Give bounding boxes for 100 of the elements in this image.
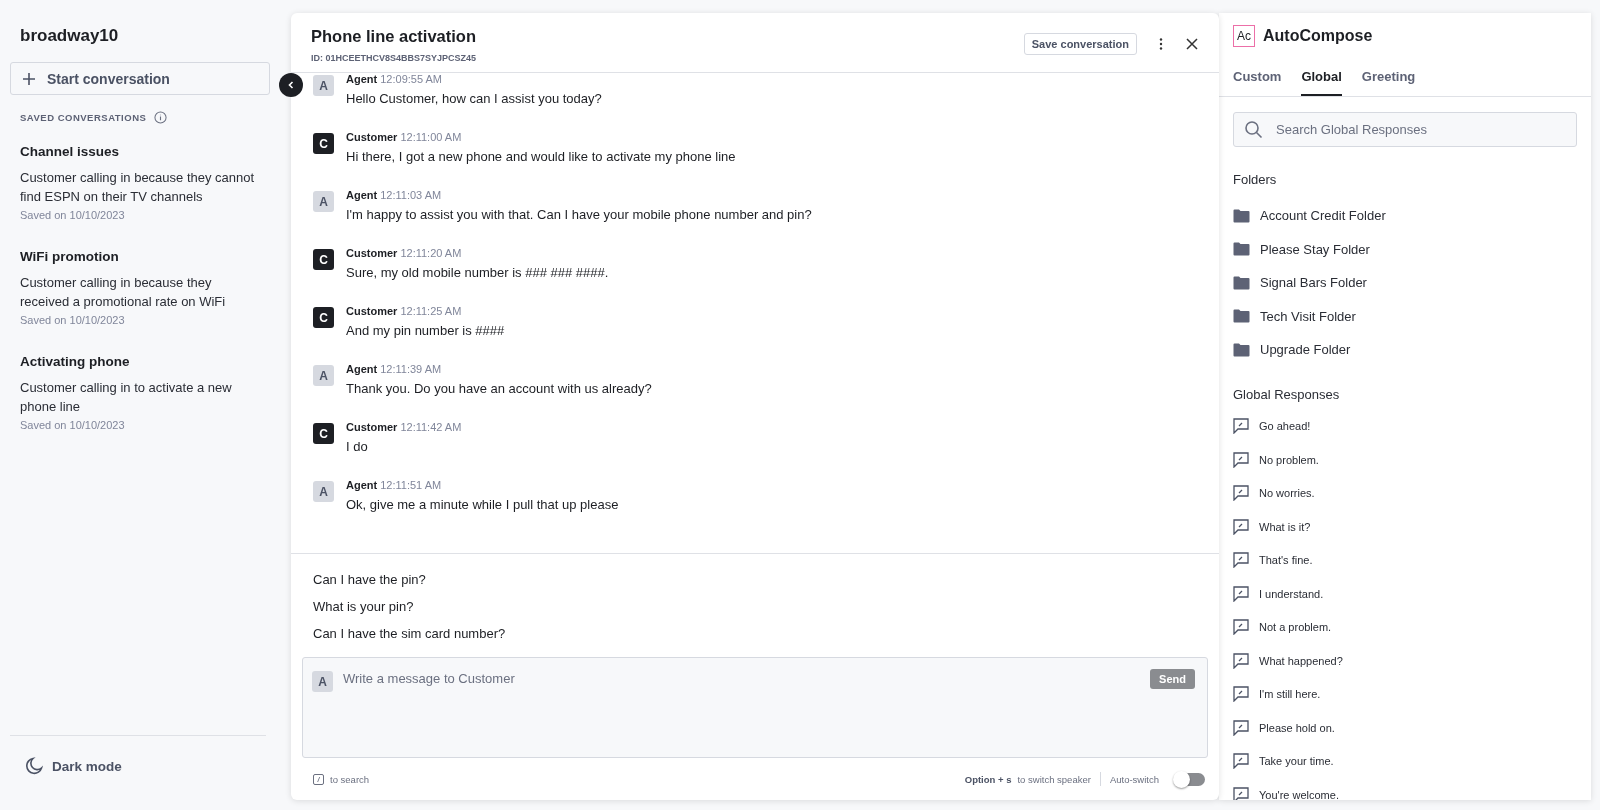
response-item[interactable]: Please hold on. [1233,711,1577,745]
avatar: A [313,191,334,212]
chat-edit-icon [1233,786,1249,800]
saved-conversation[interactable]: Channel issues Customer calling in because they cannot find ESPN on their TV channels Saved on 10/10/2023 [20,144,256,221]
message-text: Ok, give me a minute while I pull that up please [346,497,619,512]
section-title: SAVED CONVERSATIONS [20,112,147,123]
chat-edit-icon [1233,652,1249,669]
message-time: 12:11:39 AM [380,363,442,375]
response-item[interactable]: No problem. [1233,443,1577,477]
message-time: 12:11:20 AM [400,247,462,259]
search-field[interactable]: Search Global Responses [1233,112,1577,147]
conversation-id: ID: 01HCEETHCV8S4BBS7SYJPCSZ45 [311,53,477,63]
chat-edit-icon [1233,585,1249,602]
speaker-name: Agent [346,363,378,375]
autocompose-logo: Ac [1233,25,1255,47]
chat-edit-icon [1233,753,1249,770]
saved-summary: Customer calling in because they received a promotional rate on WiFi [20,274,227,311]
saved-title: Activating phone [20,354,131,369]
speaker-name: Agent [346,479,378,491]
save-conversation-button[interactable]: Save conversation [1023,33,1137,55]
search-input[interactable]: Search Global Responses [1274,121,1566,138]
message-text: I do [346,439,369,454]
auto-switch-label: Auto-switch [1109,773,1159,785]
response-item[interactable]: Not a problem. [1233,610,1577,644]
saved-summary: Customer calling in because they cannot find ESPN on their TV channels [20,169,256,206]
collapse-button[interactable] [279,73,303,97]
avatar: C [313,423,334,444]
saved-date: Saved on 10/10/2023 [20,419,126,431]
suggestion[interactable]: Can I have the sim card number? [313,620,1197,647]
tab[interactable]: Greeting [1361,59,1416,96]
response-item[interactable]: What is it? [1233,510,1577,544]
saved-conversation[interactable]: Activating phone Customer calling in to activate a new phone line Saved on 10/10/2023 [20,354,256,431]
dark-mode-button[interactable]: Dark mode [10,736,270,806]
tab[interactable]: Custom [1233,59,1282,96]
avatar: A [313,365,334,386]
saved-title: WiFi promotion [20,249,120,264]
response-item[interactable]: No worries. [1233,476,1577,510]
saved-date: Saved on 10/10/2023 [20,314,126,326]
speaker-name: Agent [346,189,378,201]
section-title: Folders [1233,172,1278,187]
message-input[interactable]: Write a message to Customer [343,669,1141,688]
speaker-name: Customer [346,305,398,317]
account-name: broadway10 [20,26,120,46]
chat-edit-icon [1233,619,1249,636]
plus-icon [21,70,37,87]
response-item[interactable]: What happened? [1233,644,1577,678]
folder-item[interactable]: Account Credit Folder [1233,199,1577,233]
folder-icon [1233,342,1250,357]
info-icon[interactable] [154,111,168,124]
shortcut-hint: to switch speaker [1017,773,1091,785]
auto-switch-toggle[interactable] [1175,772,1205,786]
start-conversation-button[interactable]: Start conversation [10,62,270,95]
message-text: Thank you. Do you have an account with us already? [346,381,652,396]
chevron-left-icon [286,80,296,90]
saved-conversation[interactable]: WiFi promotion Customer calling in because they received a promotional rate on WiFi Saved on 10/10/2023 [20,249,256,326]
response-item[interactable]: I understand. [1233,577,1577,611]
saved-summary: Customer calling in to activate a new phone line [20,379,233,416]
speaker-name: Customer [346,247,398,259]
search-hint: to search [330,773,370,785]
folder-item[interactable]: Upgrade Folder [1233,333,1577,367]
speaker-name: Customer [346,131,398,143]
tab[interactable]: Global [1301,59,1342,96]
chat-edit-icon [1233,552,1249,569]
message-composer[interactable]: A Write a message to Customer Send [302,657,1208,758]
folder-icon [1233,275,1250,290]
section-title: Global Responses [1233,386,1341,402]
response-item[interactable]: You're welcome. [1233,778,1577,800]
folder-icon [1233,309,1250,324]
response-item[interactable]: I'm still here. [1233,677,1577,711]
message-time: 12:11:25 AM [400,305,462,317]
message-text: Sure, my old mobile number is ### ### ####. [346,265,609,280]
chat-edit-icon [1233,451,1249,468]
avatar: C [313,249,334,270]
folder-icon [1233,208,1250,223]
message-text: Hi there, I got a new phone and would like to activate my phone line [346,149,736,164]
shortcut-key: Option + s [964,773,1012,785]
speaker-name: Customer [346,421,398,433]
moon-icon [24,756,44,776]
folder-item[interactable]: Signal Bars Folder [1233,266,1577,300]
suggestion[interactable]: Can I have the pin? [313,566,1197,593]
speaker-name: Agent [346,73,378,85]
saved-title: Channel issues [20,144,121,159]
response-item[interactable]: Take your time. [1233,744,1577,778]
chat-edit-icon [1233,485,1249,502]
message-time: 12:11:03 AM [380,189,442,201]
conversation-title: Phone line activation [311,27,477,46]
response-item[interactable]: Go ahead! [1233,409,1577,443]
avatar: C [313,133,334,154]
folder-item[interactable]: Please Stay Folder [1233,232,1577,266]
avatar: A [313,481,334,502]
chat-edit-icon [1233,518,1249,535]
saved-date: Saved on 10/10/2023 [20,209,126,221]
close-icon[interactable] [1185,37,1199,51]
message-time: 12:09:55 AM [380,73,442,85]
message-text: And my pin number is #### [346,323,505,338]
message-text: I'm happy to assist you with that. Can I have your mobile phone number and pin? [346,207,812,222]
suggestion[interactable]: What is your pin? [313,593,1197,620]
folder-item[interactable]: Tech Visit Folder [1233,299,1577,333]
panel-title: AutoCompose [1263,27,1373,45]
response-item[interactable]: That's fine. [1233,543,1577,577]
